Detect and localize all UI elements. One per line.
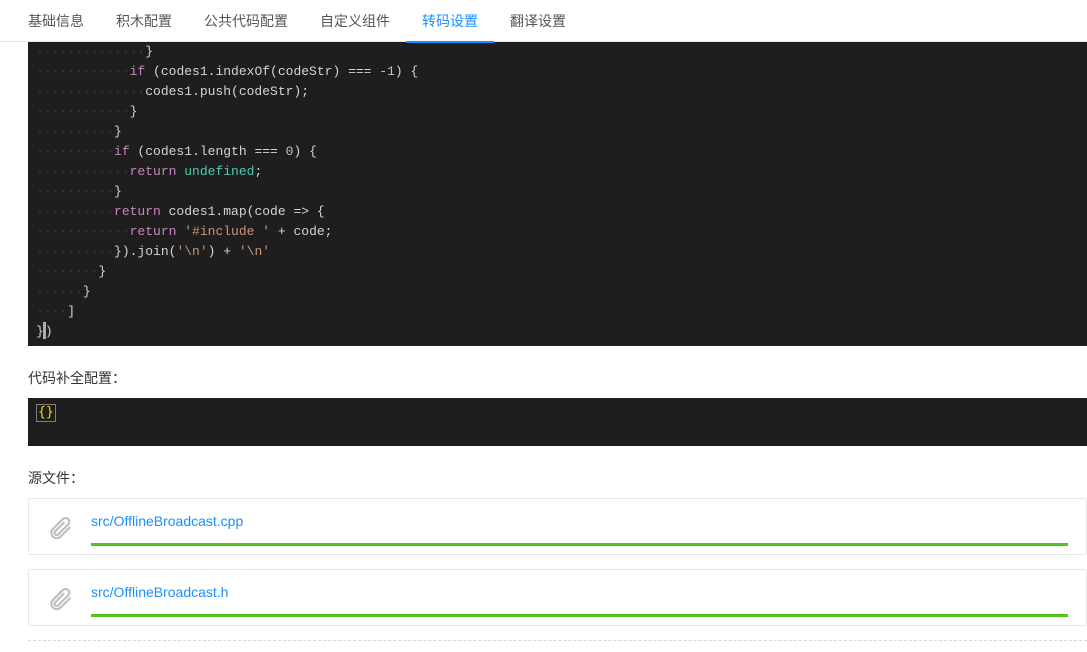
tab-1[interactable]: 积木配置: [100, 0, 188, 42]
tab-label: 积木配置: [116, 13, 172, 29]
tab-label: 翻译设置: [510, 13, 566, 29]
tab-label: 基础信息: [28, 13, 84, 29]
tab-label: 自定义组件: [320, 13, 390, 29]
file-body: src/OfflineBroadcast.h: [91, 584, 1068, 617]
tab-5[interactable]: 翻译设置: [494, 0, 582, 42]
file-body: src/OfflineBroadcast.cpp: [91, 513, 1068, 546]
code-complete-editor[interactable]: {}: [28, 398, 1087, 446]
file-card: src/OfflineBroadcast.h: [28, 569, 1087, 626]
tab-4[interactable]: 转码设置: [406, 0, 494, 42]
file-card: src/OfflineBroadcast.cpp: [28, 498, 1087, 555]
tab-3[interactable]: 自定义组件: [304, 0, 406, 42]
file-progress-bar: [91, 614, 1068, 617]
paperclip-icon: [47, 515, 73, 541]
file-link[interactable]: src/OfflineBroadcast.h: [91, 584, 1068, 600]
tab-2[interactable]: 公共代码配置: [188, 0, 304, 42]
file-progress-bar: [91, 543, 1068, 546]
tab-label: 转码设置: [422, 13, 478, 29]
tab-0[interactable]: 基础信息: [12, 0, 100, 42]
code-editor-main[interactable]: ··············} ············if (codes1.i…: [28, 42, 1087, 346]
tabs-nav: 基础信息 积木配置 公共代码配置 自定义组件 转码设置 翻译设置: [0, 0, 1087, 42]
file-link[interactable]: src/OfflineBroadcast.cpp: [91, 513, 1068, 529]
tab-label: 公共代码配置: [204, 13, 288, 29]
paperclip-icon: [47, 586, 73, 612]
code-complete-label: 代码补全配置：: [28, 368, 1087, 388]
source-files-label: 源文件：: [28, 468, 1087, 488]
dashed-separator: [28, 640, 1087, 641]
